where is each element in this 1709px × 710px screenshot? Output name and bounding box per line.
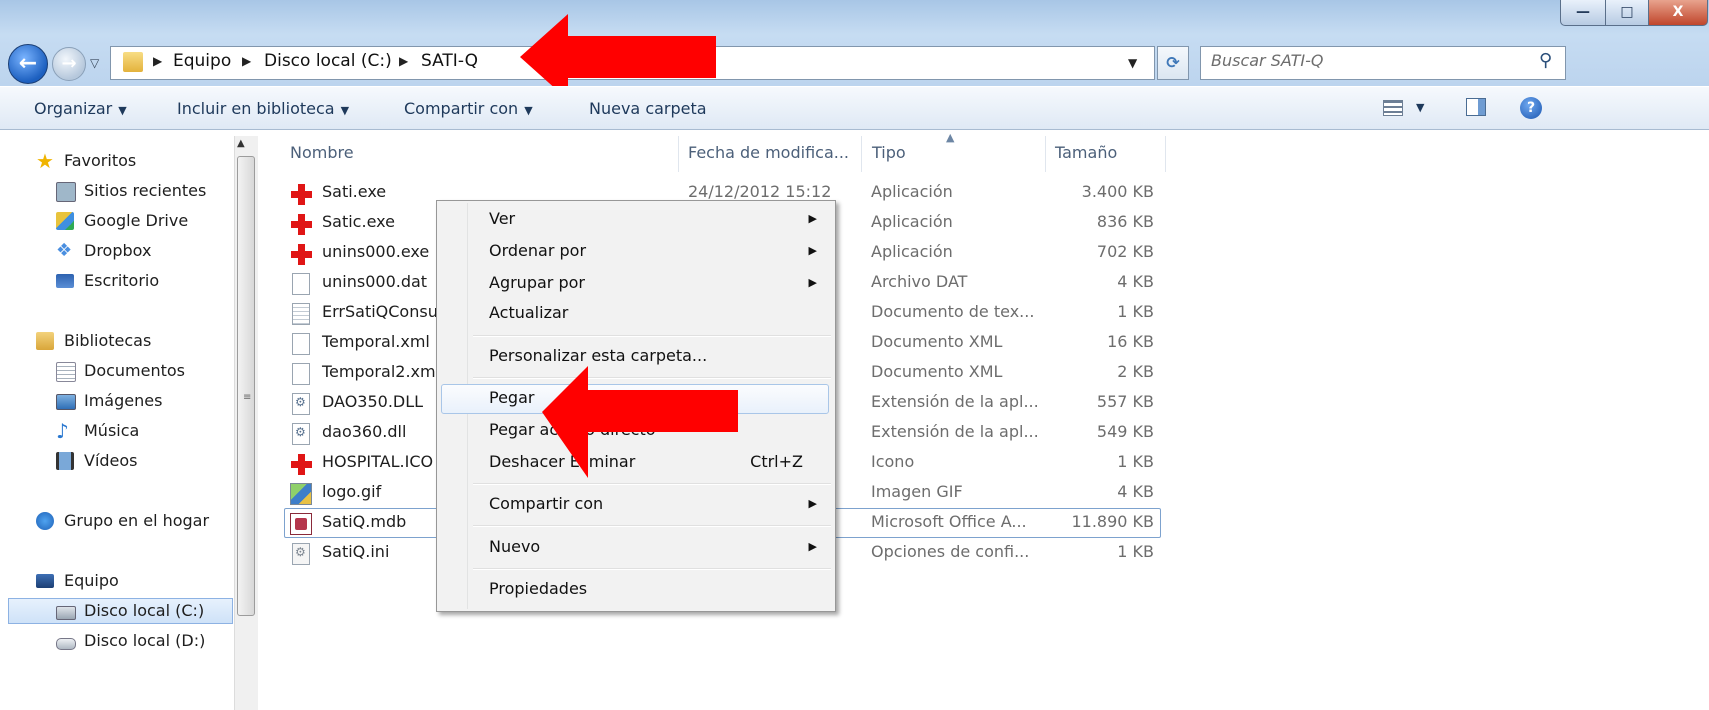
drive-d-icon — [56, 638, 76, 650]
maximize-button[interactable]: □ — [1605, 0, 1649, 26]
address-dropdown-icon[interactable]: ▼ — [1128, 56, 1137, 70]
breadcrumb-disco-c[interactable]: Disco local (C:) — [264, 51, 392, 71]
back-button[interactable]: ← — [8, 44, 48, 84]
drive-c-icon — [56, 606, 76, 620]
music-icon: ♪ — [56, 419, 69, 443]
help-icon[interactable]: ? — [1520, 97, 1542, 119]
recent-pages-chevron-icon[interactable]: ▽ — [90, 56, 99, 70]
annotation-arrow-paste — [542, 366, 738, 478]
minimize-button[interactable]: — — [1560, 0, 1606, 26]
submenu-arrow-icon: ▶ — [808, 540, 817, 553]
google-drive-icon — [56, 212, 74, 230]
organize-menu[interactable]: Organizar ▼ — [34, 99, 127, 118]
scroll-up-icon[interactable]: ▲ — [237, 138, 245, 149]
forward-button[interactable]: → — [52, 47, 86, 81]
menu-item-group-by[interactable]: Agrupar por ▶ — [439, 269, 833, 299]
column-divider[interactable] — [861, 136, 862, 172]
star-icon: ★ — [36, 149, 54, 173]
breadcrumb-separator-icon[interactable]: ▶ — [242, 54, 251, 68]
text-document-icon — [292, 303, 310, 325]
nav-scrollbar[interactable]: ▲ ≡ — [234, 136, 258, 710]
desktop-icon — [56, 274, 74, 288]
search-box[interactable]: ⚲ — [1200, 46, 1566, 80]
sort-indicator-icon: ▲ — [946, 131, 955, 144]
menu-separator — [473, 335, 831, 337]
search-input[interactable] — [1211, 51, 1531, 70]
ico-file-icon — [290, 453, 312, 475]
computer-icon — [36, 574, 54, 588]
refresh-button[interactable]: ⟳ — [1157, 46, 1189, 80]
submenu-arrow-icon: ▶ — [808, 244, 817, 257]
recent-places-icon — [56, 182, 76, 202]
breadcrumb-equipo[interactable]: Equipo — [173, 51, 231, 71]
menu-item-refresh[interactable]: Actualizar — [439, 299, 833, 329]
share-with-menu[interactable]: Compartir con ▼ — [404, 99, 533, 118]
column-header-type[interactable]: Tipo — [872, 140, 906, 172]
settings-file-icon — [292, 543, 310, 565]
image-file-icon — [290, 483, 312, 505]
dropbox-icon: ❖ — [56, 240, 73, 261]
access-database-icon — [290, 513, 312, 535]
column-header-size[interactable]: Tamaño — [1055, 140, 1117, 172]
column-header-date[interactable]: Fecha de modifica... — [688, 140, 849, 172]
column-divider[interactable] — [1045, 136, 1046, 172]
menu-separator — [473, 568, 831, 570]
submenu-arrow-icon: ▶ — [808, 276, 817, 289]
submenu-arrow-icon: ▶ — [808, 497, 817, 510]
documents-icon — [56, 362, 76, 382]
new-folder-button[interactable]: Nueva carpeta — [589, 99, 707, 118]
folder-icon — [123, 52, 143, 72]
file-icon — [292, 273, 310, 295]
preview-pane-icon[interactable] — [1466, 98, 1486, 116]
menu-item-new[interactable]: Nuevo ▶ — [439, 533, 833, 563]
application-icon — [290, 243, 312, 265]
dll-icon — [292, 423, 310, 445]
images-icon — [56, 394, 76, 410]
include-library-menu[interactable]: Incluir en biblioteca ▼ — [177, 99, 349, 118]
search-icon[interactable]: ⚲ — [1539, 50, 1552, 71]
view-options-chevron-icon[interactable]: ▼ — [1416, 101, 1424, 114]
column-header-name[interactable]: Nombre — [290, 140, 354, 172]
view-options-icon[interactable] — [1383, 100, 1403, 116]
homegroup-icon — [36, 512, 54, 530]
column-divider[interactable] — [678, 136, 679, 172]
menu-separator — [473, 525, 831, 527]
libraries-icon — [36, 332, 54, 350]
application-icon — [290, 213, 312, 235]
scroll-thumb[interactable]: ≡ — [237, 156, 255, 616]
breadcrumb-separator-icon[interactable]: ▶ — [399, 54, 408, 68]
close-button[interactable]: X — [1648, 0, 1708, 26]
videos-icon — [56, 452, 74, 470]
command-toolbar: Organizar ▼ Incluir en biblioteca ▼ Compar… — [0, 86, 1709, 130]
menu-item-properties[interactable]: Propiedades — [439, 575, 833, 605]
menu-item-view[interactable]: Ver ▶ — [439, 205, 833, 235]
menu-item-sort-by[interactable]: Ordenar por ▶ — [439, 237, 833, 267]
dll-icon — [292, 393, 310, 415]
menu-separator — [473, 483, 831, 485]
scroll-grip-icon: ≡ — [243, 392, 252, 403]
menu-item-share-with[interactable]: Compartir con ▶ — [439, 490, 833, 520]
submenu-arrow-icon: ▶ — [808, 212, 817, 225]
breadcrumb-separator-icon[interactable]: ▶ — [153, 54, 162, 68]
application-icon — [290, 183, 312, 205]
xml-document-icon — [292, 363, 310, 385]
breadcrumb-sati-q[interactable]: SATI-Q — [421, 51, 478, 71]
xml-document-icon — [292, 333, 310, 355]
column-divider[interactable] — [1165, 136, 1166, 172]
